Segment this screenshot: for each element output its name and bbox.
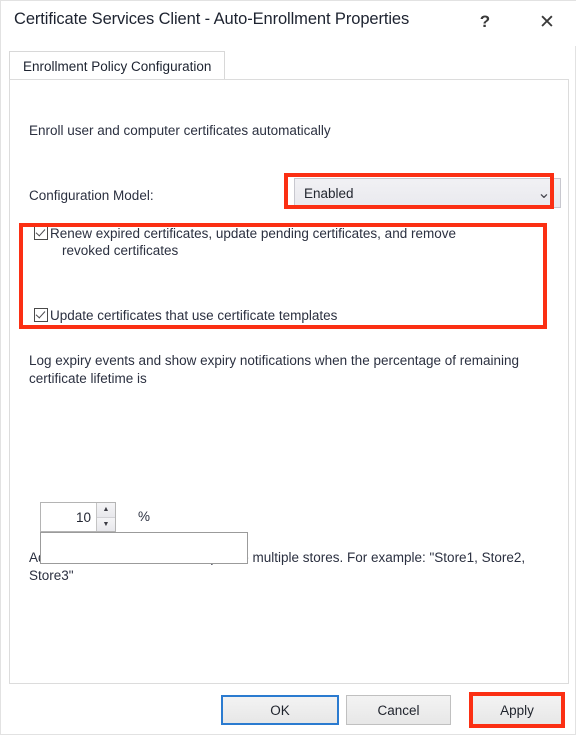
configuration-model-label: Configuration Model:	[29, 188, 154, 203]
expiry-description: Log expiry events and show expiry notifi…	[29, 353, 520, 386]
title-bar: Certificate Services Client - Auto-Enrol…	[1, 1, 576, 46]
configuration-model-dropdown[interactable]: Enabled ⌄	[294, 178, 561, 208]
stepper-up-icon[interactable]: ▲	[97, 503, 115, 518]
stepper-buttons: ▲ ▼	[96, 503, 115, 531]
checkbox-update-templates[interactable]	[34, 308, 48, 322]
checkbox-renew-expired-line1: Renew expired certificates, update pendi…	[50, 226, 456, 241]
checkbox-renew-expired-label: Renew expired certificates, update pendi…	[50, 225, 456, 259]
tab-panel: Enroll user and computer certificates au…	[9, 79, 569, 684]
apply-button[interactable]: Apply	[472, 695, 562, 725]
intro-text: Enroll user and computer certificates au…	[29, 123, 331, 138]
checkbox-renew-expired[interactable]	[34, 226, 48, 240]
auto-enrollment-properties-dialog: Certificate Services Client - Auto-Enrol…	[0, 0, 576, 735]
window-title: Certificate Services Client - Auto-Enrol…	[14, 10, 410, 28]
checkbox-row-renew-expired[interactable]: Renew expired certificates, update pendi…	[34, 225, 552, 259]
percent-label: %	[138, 509, 151, 524]
ok-button[interactable]: OK	[221, 695, 339, 725]
expiry-percentage-value[interactable]: 10	[41, 503, 96, 531]
help-icon[interactable]: ?	[468, 7, 502, 37]
additional-stores-input[interactable]	[40, 532, 248, 564]
stepper-down-icon[interactable]: ▼	[97, 517, 115, 531]
tab-enrollment-policy-configuration[interactable]: Enrollment Policy Configuration	[9, 51, 226, 80]
close-icon[interactable]: ✕	[530, 7, 564, 37]
checkbox-update-templates-label: Update certificates that use certificate…	[50, 308, 338, 323]
expiry-percentage-stepper[interactable]: 10 ▲ ▼	[40, 502, 116, 532]
chevron-down-icon: ⌄	[537, 185, 551, 202]
tab-strip: Enrollment Policy Configuration	[9, 51, 569, 80]
checkbox-renew-expired-line2: revoked certificates	[62, 243, 179, 258]
cancel-button[interactable]: Cancel	[346, 695, 451, 725]
checkbox-row-update-templates[interactable]: Update certificates that use certificate…	[34, 307, 552, 324]
configuration-model-value: Enabled	[304, 185, 354, 201]
